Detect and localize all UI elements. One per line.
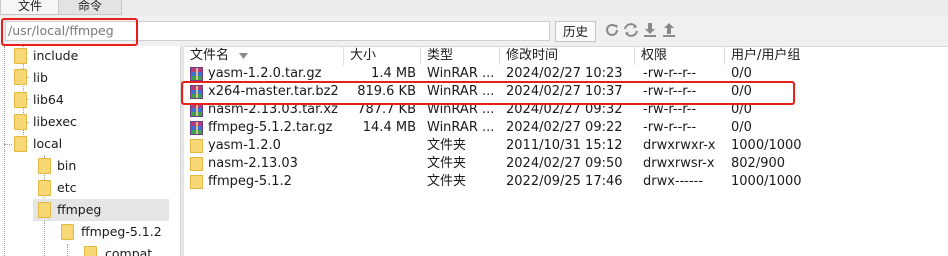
folder-icon <box>190 157 203 171</box>
tree-connector <box>67 244 68 256</box>
file-owner: 1000/1000 <box>731 138 802 153</box>
folder-icon <box>190 139 203 153</box>
rar-archive-icon <box>190 103 203 117</box>
download-icon[interactable] <box>642 22 658 38</box>
tree-item-etc[interactable]: etc <box>57 177 76 199</box>
file-row[interactable]: x264-master.tar.bz2 819.6 KB WinRAR ... … <box>184 83 948 101</box>
file-type: 文件夹 <box>427 138 467 153</box>
file-owner: 0/0 <box>731 102 752 117</box>
file-perm: -rw-r--r-- <box>643 102 697 117</box>
file-row[interactable]: nasm-2.13.03.tar.xz 787.7 KB WinRAR ... … <box>184 101 948 119</box>
file-row[interactable]: yasm-1.2.0 文件夹 2011/10/31 15:12 drwxrwxr… <box>184 137 948 155</box>
file-size: 819.6 KB <box>357 84 416 99</box>
folder-icon <box>38 202 51 218</box>
tree-item-lib64[interactable]: lib64 <box>33 89 64 111</box>
file-row[interactable]: ffmpeg-5.1.2 文件夹 2022/09/25 17:46 drwx--… <box>184 173 948 191</box>
tree-item-libexec[interactable]: libexec <box>33 111 77 133</box>
file-name: yasm-1.2.0 <box>208 138 281 153</box>
file-size: 787.7 KB <box>357 102 416 117</box>
tree-item-lib[interactable]: lib <box>33 67 48 89</box>
sort-desc-icon <box>239 52 249 59</box>
upload-icon[interactable] <box>661 22 677 38</box>
file-row[interactable]: nasm-2.13.03 文件夹 2024/02/27 09:50 drwxrw… <box>184 155 948 173</box>
file-list: 文件名 大小 类型 修改时间 权限 用户/用户组 yasm-1.2.0.tar.… <box>184 46 948 256</box>
file-type: WinRAR ... <box>427 66 495 81</box>
folder-icon <box>14 136 27 152</box>
file-row[interactable]: yasm-1.2.0.tar.gz 1.4 MB WinRAR ... 2024… <box>184 65 948 83</box>
tree-item-compat[interactable]: compat <box>105 243 152 256</box>
file-perm: -rw-r--r-- <box>643 84 697 99</box>
file-perm: drwxrwsr-x <box>643 156 715 171</box>
file-type: WinRAR ... <box>427 84 495 99</box>
file-owner: 0/0 <box>731 66 752 81</box>
col-header-mtime[interactable]: 修改时间 <box>500 46 635 65</box>
col-header-name[interactable]: 文件名 <box>184 46 344 65</box>
col-header-owner[interactable]: 用户/用户组 <box>725 46 948 65</box>
file-name: nasm-2.13.03.tar.xz <box>208 102 338 117</box>
col-header-perm[interactable]: 权限 <box>635 46 725 65</box>
tree-item-ffmpeg-5-1-2[interactable]: ffmpeg-5.1.2 <box>81 221 162 243</box>
file-name: nasm-2.13.03 <box>208 156 298 171</box>
file-type: 文件夹 <box>427 174 467 189</box>
file-owner: 0/0 <box>731 120 752 135</box>
tree-item-include[interactable]: include <box>33 46 78 66</box>
file-name: x264-master.tar.bz2 <box>208 84 339 99</box>
file-name: ffmpeg-5.1.2 <box>208 174 292 189</box>
refresh-icon[interactable] <box>604 22 620 38</box>
file-size: 1.4 MB <box>371 66 416 81</box>
file-mtime: 2011/10/31 15:12 <box>506 138 623 153</box>
tree-connector <box>4 144 12 145</box>
tree-item-bin[interactable]: bin <box>57 155 76 177</box>
rar-archive-icon <box>190 121 203 135</box>
tree-connector <box>4 46 5 256</box>
file-name: yasm-1.2.0.tar.gz <box>208 66 322 81</box>
file-type: 文件夹 <box>427 156 467 171</box>
col-header-name-label: 文件名 <box>190 48 230 63</box>
file-owner: 802/900 <box>731 156 786 171</box>
folder-icon <box>38 158 51 174</box>
file-perm: drwx------ <box>643 174 704 189</box>
history-button[interactable]: 历史 <box>555 21 596 42</box>
file-type: WinRAR ... <box>427 120 495 135</box>
tab-command[interactable]: 命令 <box>58 0 122 15</box>
path-toolbar: /usr/local/ffmpeg 历史 <box>0 16 948 47</box>
file-mtime: 2022/09/25 17:46 <box>506 174 623 189</box>
col-header-type[interactable]: 类型 <box>421 46 500 65</box>
sync-icon[interactable] <box>623 22 639 38</box>
folder-icon <box>38 180 51 196</box>
file-perm: drwxrwxr-x <box>643 138 716 153</box>
col-header-size[interactable]: 大小 <box>344 46 421 65</box>
file-mtime: 2024/02/27 10:37 <box>506 84 623 99</box>
file-row[interactable]: ffmpeg-5.1.2.tar.gz 14.4 MB WinRAR ... 2… <box>184 119 948 137</box>
file-mtime: 2024/02/27 09:22 <box>506 120 623 135</box>
rar-archive-icon <box>190 67 203 81</box>
top-tab-bar: 文件 命令 <box>0 0 948 16</box>
rar-archive-icon <box>190 85 203 99</box>
file-owner: 1000/1000 <box>731 174 802 189</box>
file-perm: -rw-r--r-- <box>643 66 697 81</box>
file-owner: 0/0 <box>731 84 752 99</box>
file-type: WinRAR ... <box>427 102 495 117</box>
file-name: ffmpeg-5.1.2.tar.gz <box>208 120 333 135</box>
tab-file[interactable]: 文件 <box>0 0 60 15</box>
tree-item-local[interactable]: local <box>33 133 62 155</box>
folder-icon <box>14 69 27 85</box>
folder-icon <box>14 114 27 130</box>
folder-icon <box>190 175 203 189</box>
path-input[interactable]: /usr/local/ffmpeg <box>5 21 550 41</box>
file-mtime: 2024/02/27 09:32 <box>506 102 623 117</box>
folder-icon <box>84 246 97 256</box>
tree-item-ffmpeg[interactable]: ffmpeg <box>57 199 101 221</box>
file-mtime: 2024/02/27 10:23 <box>506 66 623 81</box>
folder-icon <box>61 224 74 240</box>
folder-icon <box>14 92 27 108</box>
file-perm: -rw-r--r-- <box>643 120 697 135</box>
file-size: 14.4 MB <box>362 120 416 135</box>
file-mtime: 2024/02/27 09:50 <box>506 156 623 171</box>
directory-tree: include lib lib64 libexec local bin etc … <box>0 46 180 256</box>
folder-icon <box>14 48 27 64</box>
